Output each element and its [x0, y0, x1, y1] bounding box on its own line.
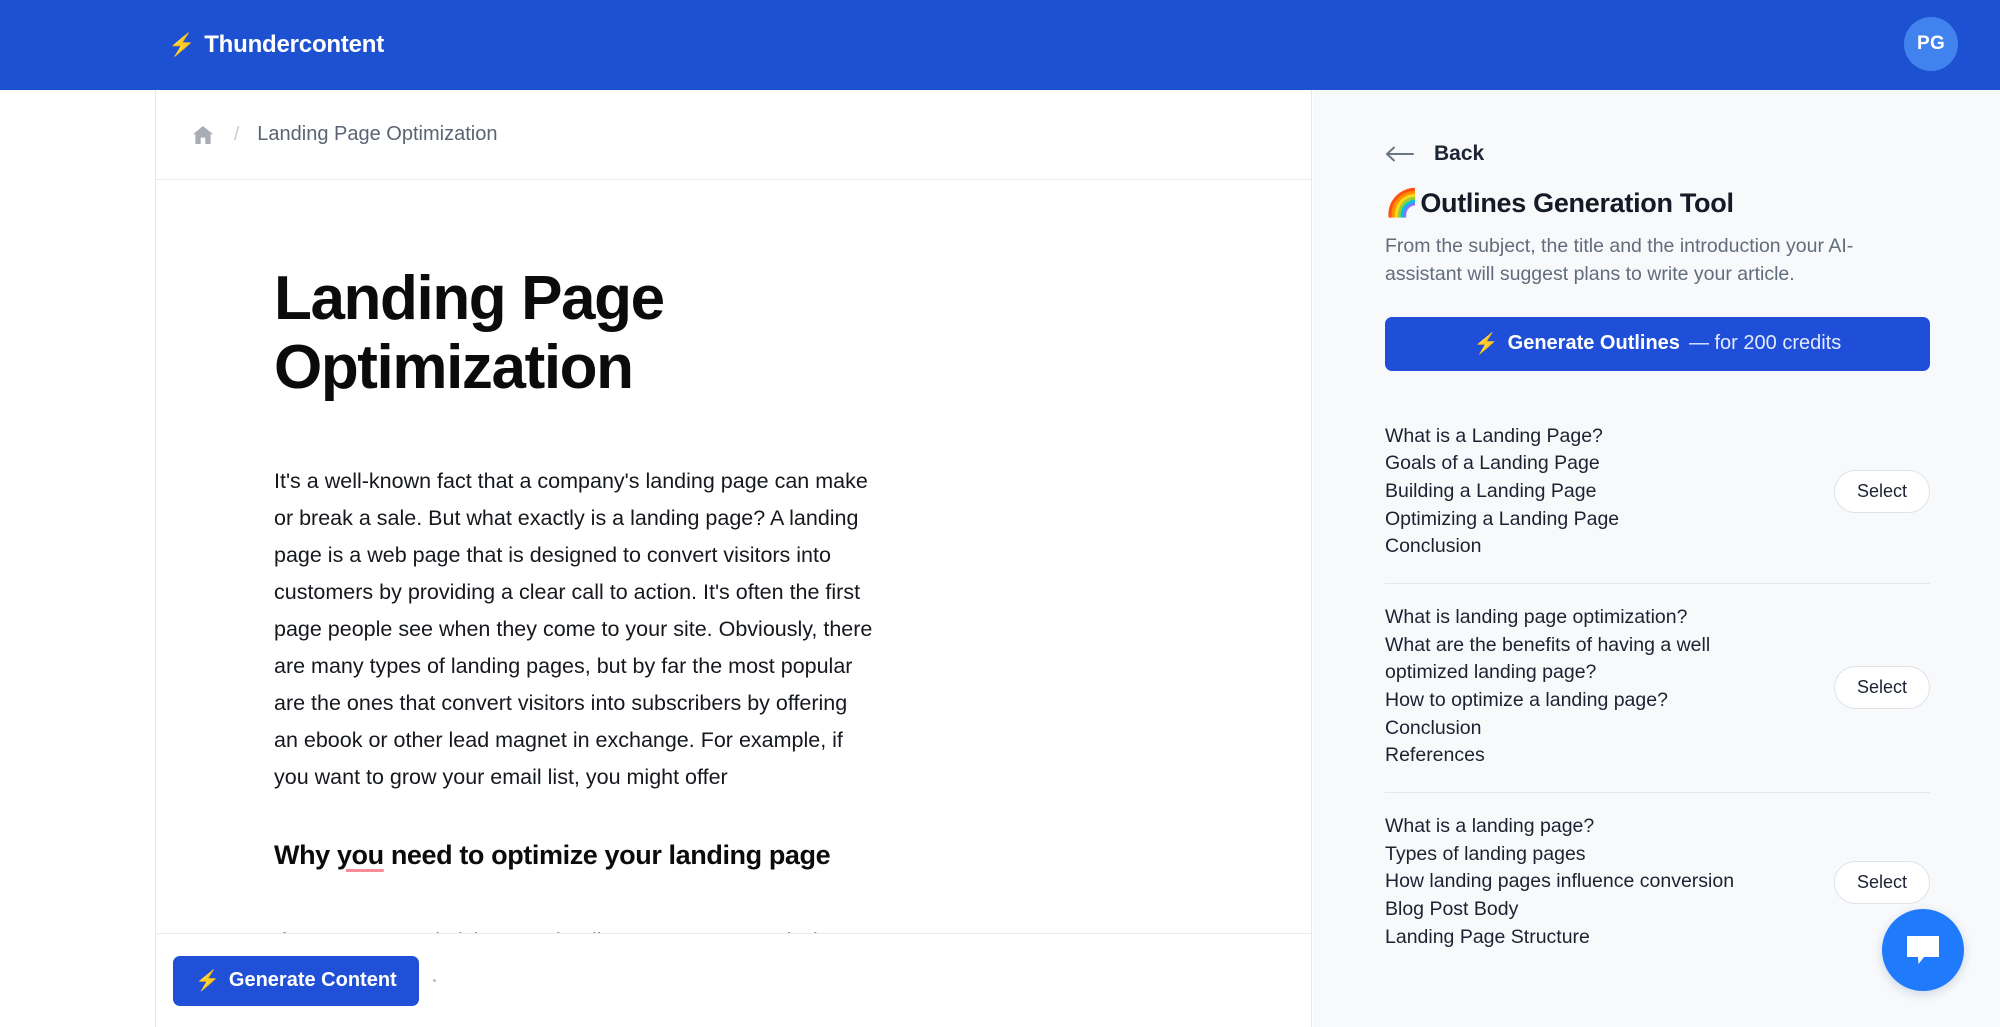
outline-item: References — [1385, 744, 1485, 767]
outlines-results-list: What is a Landing Page? Goals of a Landi… — [1385, 403, 1930, 974]
panel-title-text: Outlines Generation Tool — [1420, 187, 1734, 218]
outline-item: Landing Page Structure — [1385, 925, 1590, 948]
outline-item: What are the benefits of having a well o… — [1385, 633, 1711, 684]
outline-suggestion: What is a landing page? Types of landing… — [1385, 792, 1930, 973]
back-button[interactable]: Back — [1385, 142, 1930, 166]
back-label: Back — [1434, 142, 1485, 165]
document-heading-2: Why you need to optimize your landing pa… — [274, 840, 1193, 871]
rainbow-icon: 🌈 — [1385, 188, 1419, 218]
select-outline-button[interactable]: Select — [1833, 470, 1930, 514]
outline-item: What is a landing page? — [1385, 815, 1595, 838]
lightning-bolt-icon: ⚡ — [195, 970, 220, 992]
lightning-bolt-icon: ⚡ — [168, 32, 196, 57]
panel-description: From the subject, the title and the intr… — [1385, 235, 1854, 286]
avatar-initials: PG — [1916, 33, 1946, 54]
outline-item: Optimizing a Landing Page — [1385, 507, 1620, 530]
breadcrumb-current: Landing Page Optimization — [257, 123, 498, 145]
chat-bubble-icon — [1904, 933, 1942, 967]
document-editor[interactable]: Landing Page Optimization It's a well-kn… — [156, 180, 1311, 975]
outline-suggestion: What is a Landing Page? Goals of a Landi… — [1385, 403, 1930, 583]
misspelled-word: you — [336, 839, 384, 870]
generate-content-label: Generate Content — [228, 969, 397, 991]
outline-suggestion: What is landing page optimization? What … — [1385, 582, 1930, 792]
status-dot — [432, 979, 436, 982]
document-paragraph-1: It's a well-known fact that a company's … — [274, 468, 873, 789]
generate-outlines-label: Generate Outlines — [1507, 332, 1680, 355]
lightning-bolt-icon: ⚡ — [1473, 333, 1499, 356]
outline-item: Types of landing pages — [1385, 842, 1586, 865]
avatar[interactable]: PG — [1904, 17, 1958, 71]
left-sidebar — [0, 90, 156, 1027]
breadcrumb: / Landing Page Optimization — [156, 90, 1311, 180]
breadcrumb-separator: / — [234, 123, 240, 145]
outline-item: Building a Landing Page — [1385, 479, 1597, 502]
generate-outlines-cost: — for 200 credits — [1688, 332, 1842, 355]
outline-item: How to optimize a landing page? — [1385, 689, 1668, 712]
outline-item: Conclusion — [1385, 535, 1482, 558]
outline-items: What is a landing page? Types of landing… — [1385, 813, 1734, 951]
outline-item: Goals of a Landing Page — [1385, 452, 1600, 475]
outline-items: What is landing page optimization? What … — [1385, 604, 1765, 770]
heading-text-after: need to optimize your landing page — [383, 839, 831, 870]
outlines-tool-panel: Back 🌈 Outlines Generation Tool From the… — [1313, 90, 2000, 1027]
heading-text-before: Why — [274, 839, 337, 870]
generate-outlines-button[interactable]: ⚡ Generate Outlines — for 200 credits — [1385, 316, 1930, 371]
select-outline-button[interactable]: Select — [1833, 665, 1930, 709]
top-navigation-bar: ⚡ Thundercontent PG — [0, 0, 2000, 90]
main-content-column: / Landing Page Optimization Landing Page… — [156, 90, 1312, 1027]
outline-item: Conclusion — [1385, 716, 1482, 739]
home-icon[interactable] — [190, 123, 216, 147]
page-title: Landing Page Optimization — [274, 264, 665, 403]
outline-item: Blog Post Body — [1385, 898, 1519, 921]
outline-item: What is a Landing Page? — [1385, 424, 1603, 447]
editor-bottom-bar: ⚡ Generate Content — [156, 933, 1311, 1027]
panel-title: 🌈 Outlines Generation Tool — [1385, 187, 1930, 219]
arrow-left-icon — [1385, 145, 1415, 163]
outline-item: What is landing page optimization? — [1385, 605, 1688, 628]
chat-widget-button[interactable] — [1882, 909, 1964, 991]
generate-content-button[interactable]: ⚡ Generate Content — [173, 955, 419, 1006]
select-outline-button[interactable]: Select — [1833, 860, 1930, 904]
outline-item: How landing pages influence conversion — [1385, 870, 1735, 893]
brand-logo[interactable]: ⚡ Thundercontent — [168, 31, 384, 59]
outline-items: What is a Landing Page? Goals of a Landi… — [1385, 423, 1619, 561]
brand-name: Thundercontent — [204, 31, 385, 58]
